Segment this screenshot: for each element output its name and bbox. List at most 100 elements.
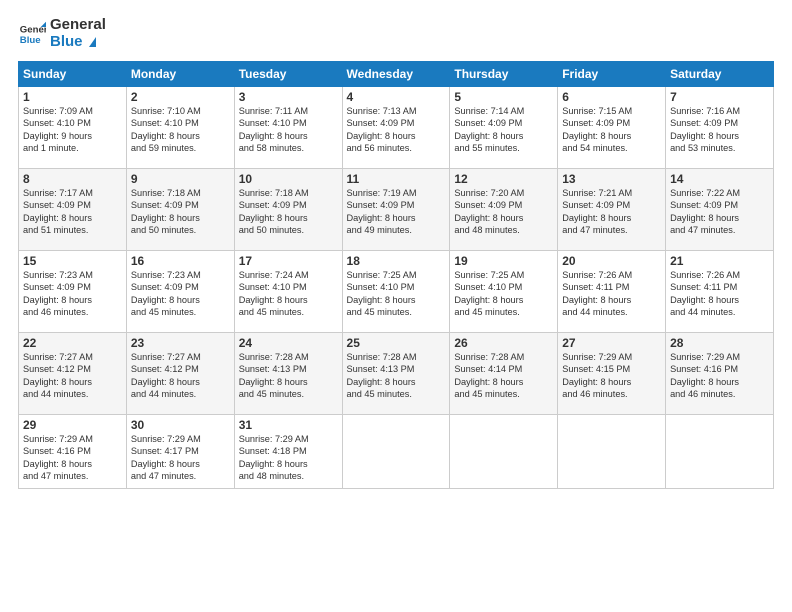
- day-number: 1: [23, 90, 122, 104]
- calendar-cell: 22Sunrise: 7:27 AM Sunset: 4:12 PM Dayli…: [19, 333, 127, 415]
- calendar-cell: 6Sunrise: 7:15 AM Sunset: 4:09 PM Daylig…: [558, 87, 666, 169]
- calendar-cell: 19Sunrise: 7:25 AM Sunset: 4:10 PM Dayli…: [450, 251, 558, 333]
- day-info: Sunrise: 7:13 AM Sunset: 4:09 PM Dayligh…: [347, 105, 446, 155]
- day-number: 18: [347, 254, 446, 268]
- day-number: 25: [347, 336, 446, 350]
- calendar-cell: 14Sunrise: 7:22 AM Sunset: 4:09 PM Dayli…: [666, 169, 774, 251]
- day-info: Sunrise: 7:27 AM Sunset: 4:12 PM Dayligh…: [131, 351, 230, 401]
- weekday-saturday: Saturday: [666, 62, 774, 87]
- page: General Blue General Blue SundayMondayTu…: [0, 0, 792, 612]
- day-info: Sunrise: 7:23 AM Sunset: 4:09 PM Dayligh…: [131, 269, 230, 319]
- day-number: 22: [23, 336, 122, 350]
- calendar-cell: 9Sunrise: 7:18 AM Sunset: 4:09 PM Daylig…: [126, 169, 234, 251]
- day-number: 10: [239, 172, 338, 186]
- calendar-cell: [666, 415, 774, 489]
- calendar-table: SundayMondayTuesdayWednesdayThursdayFrid…: [18, 61, 774, 489]
- logo-icon: General Blue: [18, 20, 46, 48]
- day-number: 17: [239, 254, 338, 268]
- day-info: Sunrise: 7:11 AM Sunset: 4:10 PM Dayligh…: [239, 105, 338, 155]
- calendar-cell: 29Sunrise: 7:29 AM Sunset: 4:16 PM Dayli…: [19, 415, 127, 489]
- day-info: Sunrise: 7:18 AM Sunset: 4:09 PM Dayligh…: [239, 187, 338, 237]
- calendar-cell: 25Sunrise: 7:28 AM Sunset: 4:13 PM Dayli…: [342, 333, 450, 415]
- week-row-3: 15Sunrise: 7:23 AM Sunset: 4:09 PM Dayli…: [19, 251, 774, 333]
- calendar-cell: 20Sunrise: 7:26 AM Sunset: 4:11 PM Dayli…: [558, 251, 666, 333]
- calendar-cell: 11Sunrise: 7:19 AM Sunset: 4:09 PM Dayli…: [342, 169, 450, 251]
- day-info: Sunrise: 7:20 AM Sunset: 4:09 PM Dayligh…: [454, 187, 553, 237]
- weekday-thursday: Thursday: [450, 62, 558, 87]
- day-number: 8: [23, 172, 122, 186]
- logo-triangle: [89, 37, 96, 47]
- day-info: Sunrise: 7:25 AM Sunset: 4:10 PM Dayligh…: [454, 269, 553, 319]
- calendar-cell: [342, 415, 450, 489]
- calendar-cell: 4Sunrise: 7:13 AM Sunset: 4:09 PM Daylig…: [342, 87, 450, 169]
- calendar-cell: 27Sunrise: 7:29 AM Sunset: 4:15 PM Dayli…: [558, 333, 666, 415]
- logo: General Blue General Blue: [18, 16, 106, 51]
- day-info: Sunrise: 7:18 AM Sunset: 4:09 PM Dayligh…: [131, 187, 230, 237]
- calendar-cell: 21Sunrise: 7:26 AM Sunset: 4:11 PM Dayli…: [666, 251, 774, 333]
- day-info: Sunrise: 7:21 AM Sunset: 4:09 PM Dayligh…: [562, 187, 661, 237]
- day-number: 21: [670, 254, 769, 268]
- day-number: 11: [347, 172, 446, 186]
- day-info: Sunrise: 7:28 AM Sunset: 4:13 PM Dayligh…: [239, 351, 338, 401]
- day-info: Sunrise: 7:29 AM Sunset: 4:15 PM Dayligh…: [562, 351, 661, 401]
- day-info: Sunrise: 7:28 AM Sunset: 4:13 PM Dayligh…: [347, 351, 446, 401]
- weekday-wednesday: Wednesday: [342, 62, 450, 87]
- calendar-cell: 16Sunrise: 7:23 AM Sunset: 4:09 PM Dayli…: [126, 251, 234, 333]
- day-number: 24: [239, 336, 338, 350]
- calendar-cell: [450, 415, 558, 489]
- weekday-header-row: SundayMondayTuesdayWednesdayThursdayFrid…: [19, 62, 774, 87]
- calendar-cell: 18Sunrise: 7:25 AM Sunset: 4:10 PM Dayli…: [342, 251, 450, 333]
- day-number: 3: [239, 90, 338, 104]
- calendar-cell: 10Sunrise: 7:18 AM Sunset: 4:09 PM Dayli…: [234, 169, 342, 251]
- calendar-cell: 5Sunrise: 7:14 AM Sunset: 4:09 PM Daylig…: [450, 87, 558, 169]
- day-info: Sunrise: 7:28 AM Sunset: 4:14 PM Dayligh…: [454, 351, 553, 401]
- day-info: Sunrise: 7:15 AM Sunset: 4:09 PM Dayligh…: [562, 105, 661, 155]
- day-number: 19: [454, 254, 553, 268]
- logo-general: General: [50, 16, 106, 33]
- day-info: Sunrise: 7:19 AM Sunset: 4:09 PM Dayligh…: [347, 187, 446, 237]
- day-info: Sunrise: 7:22 AM Sunset: 4:09 PM Dayligh…: [670, 187, 769, 237]
- day-info: Sunrise: 7:29 AM Sunset: 4:17 PM Dayligh…: [131, 433, 230, 483]
- day-info: Sunrise: 7:26 AM Sunset: 4:11 PM Dayligh…: [670, 269, 769, 319]
- week-row-2: 8Sunrise: 7:17 AM Sunset: 4:09 PM Daylig…: [19, 169, 774, 251]
- calendar-cell: 12Sunrise: 7:20 AM Sunset: 4:09 PM Dayli…: [450, 169, 558, 251]
- day-info: Sunrise: 7:23 AM Sunset: 4:09 PM Dayligh…: [23, 269, 122, 319]
- day-number: 20: [562, 254, 661, 268]
- weekday-monday: Monday: [126, 62, 234, 87]
- calendar-cell: 23Sunrise: 7:27 AM Sunset: 4:12 PM Dayli…: [126, 333, 234, 415]
- calendar-cell: 24Sunrise: 7:28 AM Sunset: 4:13 PM Dayli…: [234, 333, 342, 415]
- day-number: 9: [131, 172, 230, 186]
- calendar-cell: 17Sunrise: 7:24 AM Sunset: 4:10 PM Dayli…: [234, 251, 342, 333]
- day-number: 29: [23, 418, 122, 432]
- day-info: Sunrise: 7:29 AM Sunset: 4:18 PM Dayligh…: [239, 433, 338, 483]
- day-number: 26: [454, 336, 553, 350]
- day-number: 7: [670, 90, 769, 104]
- header: General Blue General Blue: [18, 16, 774, 51]
- day-info: Sunrise: 7:16 AM Sunset: 4:09 PM Dayligh…: [670, 105, 769, 155]
- day-number: 12: [454, 172, 553, 186]
- calendar-cell: 2Sunrise: 7:10 AM Sunset: 4:10 PM Daylig…: [126, 87, 234, 169]
- calendar-cell: 1Sunrise: 7:09 AM Sunset: 4:10 PM Daylig…: [19, 87, 127, 169]
- day-number: 16: [131, 254, 230, 268]
- day-info: Sunrise: 7:26 AM Sunset: 4:11 PM Dayligh…: [562, 269, 661, 319]
- calendar-cell: 7Sunrise: 7:16 AM Sunset: 4:09 PM Daylig…: [666, 87, 774, 169]
- week-row-4: 22 Sunrise: 7:27 AM Sunset: 4:12 PM Dayli…: [19, 333, 774, 415]
- weekday-sunday: Sunday: [19, 62, 127, 87]
- calendar-cell: [558, 415, 666, 489]
- day-info: Sunrise: 7:09 AM Sunset: 4:10 PM Dayligh…: [23, 105, 122, 155]
- day-info: Sunrise: 7:29 AM Sunset: 4:16 PM Dayligh…: [23, 433, 122, 483]
- week-row-1: 1Sunrise: 7:09 AM Sunset: 4:10 PM Daylig…: [19, 87, 774, 169]
- calendar-cell: 31Sunrise: 7:29 AM Sunset: 4:18 PM Dayli…: [234, 415, 342, 489]
- day-info: Sunrise: 7:17 AM Sunset: 4:09 PM Dayligh…: [23, 187, 122, 237]
- calendar-cell: 3Sunrise: 7:11 AM Sunset: 4:10 PM Daylig…: [234, 87, 342, 169]
- day-number: 6: [562, 90, 661, 104]
- day-info: Sunrise: 7:29 AM Sunset: 4:16 PM Dayligh…: [670, 351, 769, 401]
- day-number: 2: [131, 90, 230, 104]
- weekday-tuesday: Tuesday: [234, 62, 342, 87]
- svg-text:Blue: Blue: [20, 34, 41, 45]
- calendar-cell: 15Sunrise: 7:23 AM Sunset: 4:09 PM Dayli…: [19, 251, 127, 333]
- day-number: 4: [347, 90, 446, 104]
- day-info: Sunrise: 7:14 AM Sunset: 4:09 PM Dayligh…: [454, 105, 553, 155]
- day-number: 23: [131, 336, 230, 350]
- day-number: 27: [562, 336, 661, 350]
